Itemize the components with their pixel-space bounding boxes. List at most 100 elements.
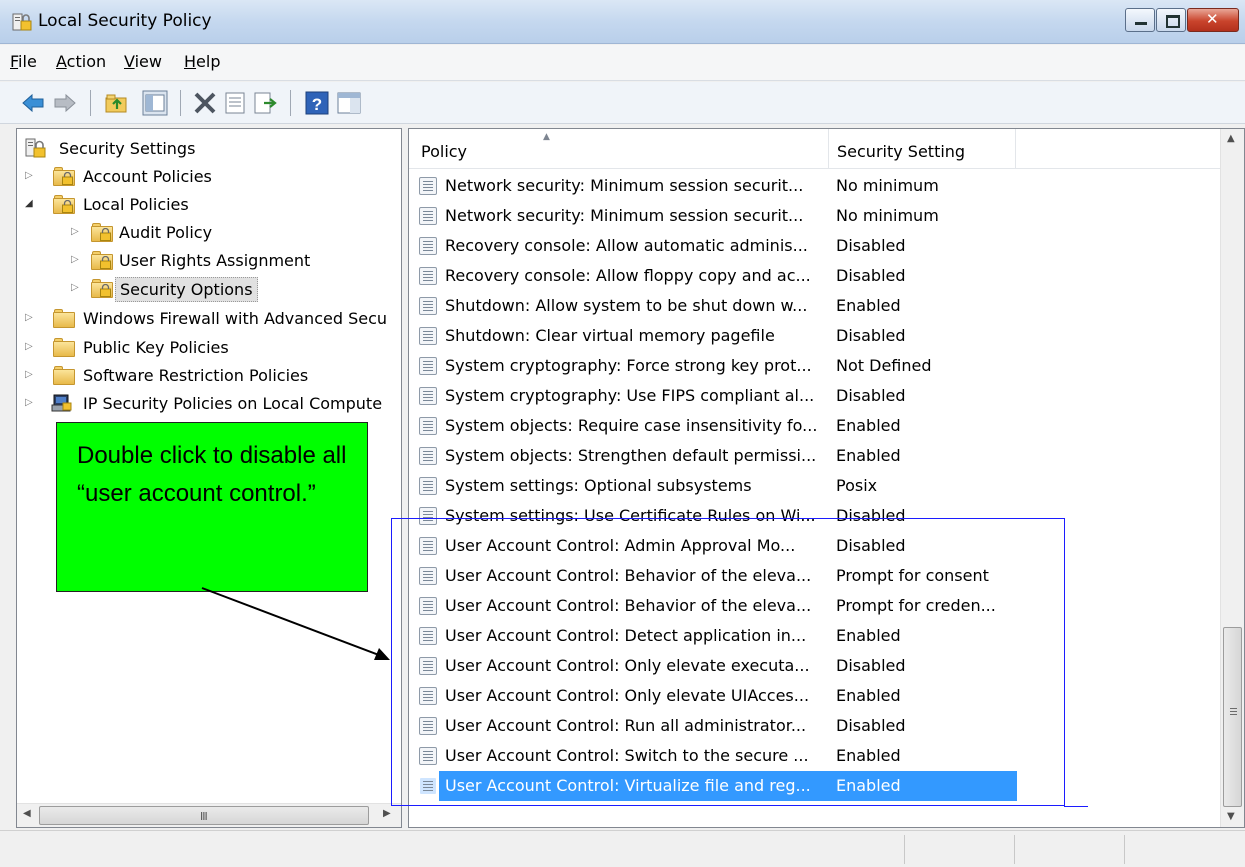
security-policy-app-icon — [12, 13, 32, 31]
tree-label: Audit Policy — [119, 223, 213, 242]
policy-setting-value: Enabled — [836, 446, 901, 465]
forward-arrow-icon[interactable] — [52, 90, 78, 116]
policy-setting-value: Posix — [836, 476, 878, 495]
up-folder-icon[interactable] — [104, 90, 130, 116]
expand-arrow-icon[interactable]: ▷ — [25, 169, 37, 183]
policy-name: System settings: Optional subsystems — [445, 476, 752, 495]
policy-setting-value: No minimum — [836, 206, 939, 225]
policy-setting-icon — [419, 357, 437, 375]
menu-bar: File Action View Help — [0, 45, 1245, 81]
local-security-policy-window: Local Security Policy File Action View H… — [0, 0, 1245, 867]
scroll-up-arrow-icon[interactable]: ▲ — [1227, 133, 1235, 144]
scroll-left-arrow-icon[interactable]: ◀ — [23, 808, 31, 819]
policy-row[interactable]: Network security: Minimum session securi… — [409, 201, 1224, 231]
title-bar[interactable]: Local Security Policy — [0, 0, 1245, 44]
expand-arrow-icon[interactable]: ▷ — [71, 225, 83, 239]
policy-row[interactable]: Recovery console: Allow automatic admini… — [409, 231, 1224, 261]
tree-label: Security Settings — [59, 139, 196, 158]
scroll-down-arrow-icon[interactable]: ▼ — [1227, 811, 1235, 822]
tree-label: User Rights Assignment — [119, 251, 311, 270]
policy-folder-icon — [53, 194, 75, 214]
expand-arrow-icon[interactable]: ▷ — [25, 340, 37, 354]
expand-arrow-icon[interactable]: ▷ — [71, 281, 83, 295]
policy-row[interactable]: Network security: Minimum session securi… — [409, 171, 1224, 201]
tree-label: Windows Firewall with Advanced Secu — [83, 309, 388, 328]
policy-row[interactable]: System settings: Optional subsystems Posi… — [409, 471, 1224, 501]
policy-setting-icon — [419, 207, 437, 225]
show-hide-action-pane-icon[interactable] — [336, 90, 362, 116]
policy-name: System cryptography: Force strong key pr… — [445, 356, 812, 375]
tree-label: Account Policies — [83, 167, 212, 186]
policy-setting-icon — [419, 417, 437, 435]
delete-icon[interactable] — [192, 90, 218, 116]
annotation-callout-text: Double click to disable all “user accoun… — [77, 442, 347, 507]
policy-folder-icon — [91, 278, 113, 298]
scroll-thumb[interactable]: III — [39, 806, 369, 825]
policy-setting-value: Disabled — [836, 326, 906, 345]
expand-arrow-icon[interactable]: ▷ — [25, 368, 37, 382]
back-arrow-icon[interactable] — [20, 90, 46, 116]
column-label: Security Setting — [837, 142, 966, 161]
policy-row[interactable]: Shutdown: Allow system to be shut down w… — [409, 291, 1224, 321]
close-button[interactable] — [1187, 8, 1239, 32]
annotation-underline — [1064, 806, 1088, 807]
policy-setting-value: Disabled — [836, 236, 906, 255]
show-hide-tree-icon[interactable] — [142, 90, 168, 116]
tree-label-selected: Security Options — [115, 277, 258, 302]
policy-row[interactable]: Recovery console: Allow floppy copy and … — [409, 261, 1224, 291]
annotation-callout: Double click to disable all “user accoun… — [56, 422, 368, 592]
policy-name: Shutdown: Clear virtual memory pagefile — [445, 326, 775, 345]
column-header-policy[interactable]: ▲ Policy — [409, 129, 829, 169]
menu-help[interactable]: Help — [184, 52, 220, 71]
policy-name: Network security: Minimum session securi… — [445, 206, 804, 225]
svg-text:?: ? — [312, 95, 322, 114]
export-list-icon[interactable] — [252, 90, 278, 116]
menu-view[interactable]: View — [124, 52, 162, 71]
status-bar — [0, 830, 1245, 867]
policy-folder-icon — [53, 166, 75, 186]
policy-setting-icon — [419, 267, 437, 285]
expand-arrow-icon[interactable]: ▷ — [25, 311, 37, 325]
vertical-scrollbar[interactable]: ▲ ▼ — [1220, 129, 1244, 827]
menu-file[interactable]: File — [10, 52, 37, 71]
toolbar-separator — [90, 90, 91, 116]
scroll-right-arrow-icon[interactable]: ▶ — [383, 808, 391, 819]
policy-row[interactable]: Shutdown: Clear virtual memory pagefile D… — [409, 321, 1224, 351]
policy-name: System objects: Strengthen default permi… — [445, 446, 817, 465]
menu-action[interactable]: Action — [56, 52, 106, 71]
scroll-grip-icon: III — [200, 810, 208, 823]
maximize-button[interactable] — [1156, 8, 1186, 32]
scroll-thumb[interactable] — [1223, 627, 1242, 807]
menu-action-accel: A — [56, 52, 67, 71]
minimize-button[interactable] — [1125, 8, 1155, 32]
policy-name: Recovery console: Allow automatic admini… — [445, 236, 808, 255]
folder-icon — [53, 308, 75, 328]
tree-label: Local Policies — [83, 195, 189, 214]
column-header-security-setting[interactable]: Security Setting — [829, 129, 1016, 169]
list-header: ▲ Policy Security Setting — [409, 129, 1224, 169]
menu-view-label: iew — [134, 52, 162, 71]
menu-help-label: elp — [196, 52, 221, 71]
window-title: Local Security Policy — [38, 11, 212, 31]
expand-arrow-icon[interactable]: ▷ — [71, 253, 83, 267]
policy-row[interactable]: System objects: Strengthen default permi… — [409, 441, 1224, 471]
menu-file-label: ile — [18, 52, 37, 71]
status-cell — [1014, 835, 1124, 864]
horizontal-scrollbar[interactable]: ◀ III ▶ — [17, 803, 401, 827]
security-settings-icon — [25, 138, 46, 158]
menu-action-label: ction — [66, 52, 107, 71]
menu-help-accel: H — [184, 52, 197, 71]
policy-setting-icon — [419, 297, 437, 315]
tree-label: Software Restriction Policies — [83, 366, 309, 385]
properties-icon[interactable] — [222, 90, 248, 116]
policy-setting-icon — [419, 237, 437, 255]
policy-row[interactable]: System cryptography: Force strong key pr… — [409, 351, 1224, 381]
help-icon[interactable]: ? — [304, 90, 330, 116]
expand-arrow-icon[interactable]: ▷ — [25, 396, 37, 410]
policy-name: Recovery console: Allow floppy copy and … — [445, 266, 811, 285]
policy-row[interactable]: System objects: Require case insensitivi… — [409, 411, 1224, 441]
menu-view-accel: V — [124, 52, 135, 71]
collapse-arrow-icon[interactable]: ◢ — [25, 197, 37, 211]
status-cell — [1124, 835, 1234, 864]
policy-row[interactable]: System cryptography: Use FIPS compliant … — [409, 381, 1224, 411]
